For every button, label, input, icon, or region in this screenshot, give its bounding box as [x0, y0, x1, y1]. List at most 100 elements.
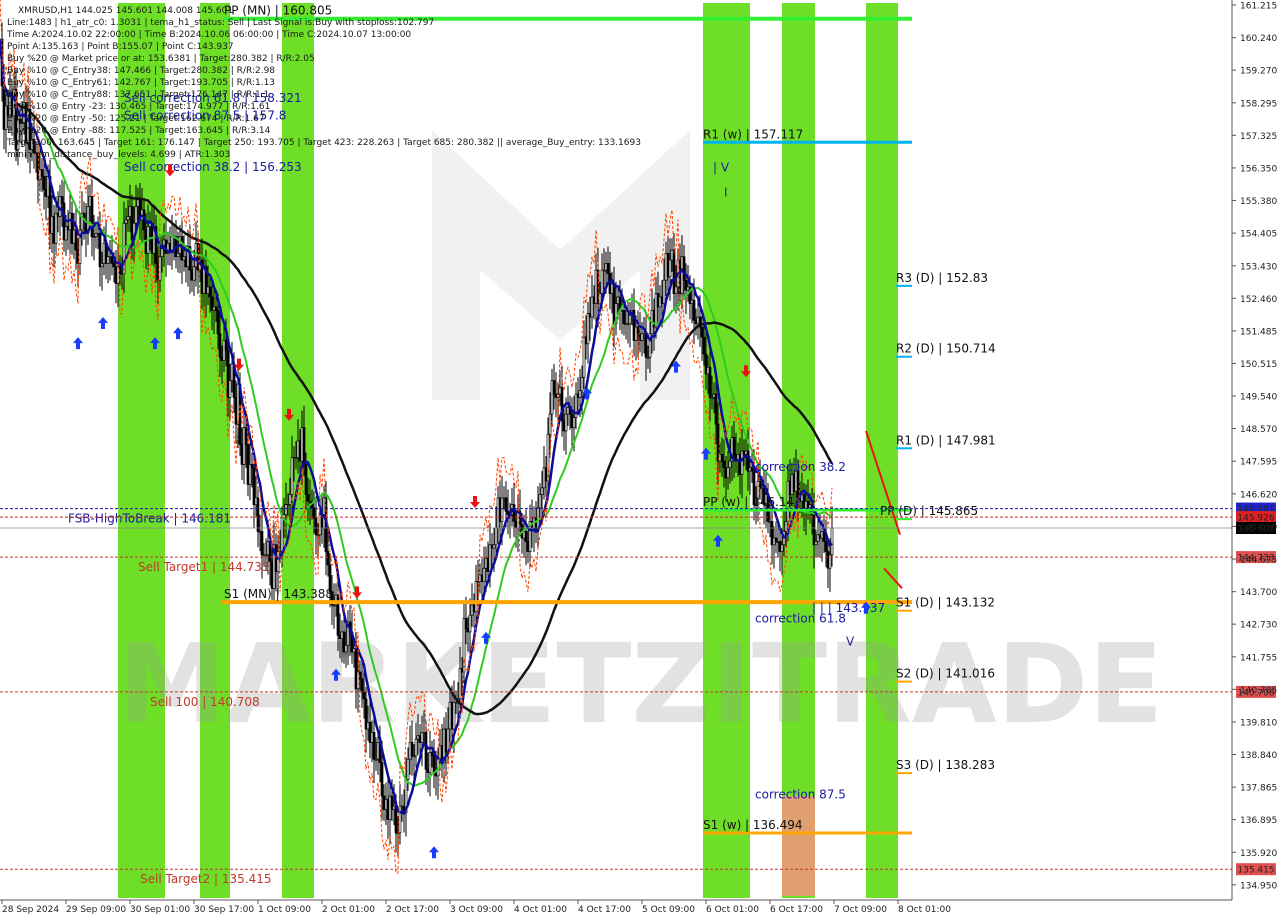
- candle-body: [380, 762, 384, 797]
- candle-body: [692, 299, 696, 321]
- candle-body: [474, 581, 478, 613]
- annotation-label: | V: [713, 160, 730, 174]
- info-line: Buy %10 @ C_Entry88: 137.651 | Target:17…: [7, 90, 269, 100]
- y-tick-label: 150.515: [1240, 360, 1277, 370]
- candle-body: [524, 531, 528, 542]
- y-tick-label: 146.620: [1240, 490, 1277, 500]
- dashed-level-label: FSB-HighToBreak | 146.181: [68, 512, 231, 526]
- candle-body: [784, 520, 788, 532]
- candle-body: [492, 544, 496, 549]
- y-tick-label: 157.325: [1240, 132, 1277, 142]
- info-line: Buy %10 @ C_Entry61: 142.767 | Target:19…: [7, 78, 275, 88]
- candle-body: [124, 219, 128, 224]
- candle-body: [830, 527, 834, 556]
- y-tick-label: 138.840: [1240, 751, 1277, 761]
- candle-body: [814, 541, 818, 546]
- x-tick-label: 7 Oct 09:00: [834, 905, 887, 915]
- candle-body: [538, 494, 542, 509]
- candle-body: [720, 454, 724, 462]
- info-line: Buy %20 @ Entry -50: 125.21 | Target:162…: [7, 114, 265, 124]
- x-tick-label: 30 Sep 17:00: [194, 905, 254, 915]
- y-tick-label: 161.215: [1240, 2, 1277, 12]
- pivot-level-label: PP (MN) | 160.805: [224, 4, 332, 18]
- candle-body: [284, 504, 288, 515]
- candle-body: [726, 467, 730, 479]
- y-tick-label: 158.295: [1240, 99, 1277, 109]
- candle-body: [100, 263, 104, 268]
- candle-body: [256, 497, 260, 532]
- candle-body: [362, 691, 366, 700]
- y-tick-label: 148.570: [1240, 425, 1277, 435]
- x-tick-label: 30 Sep 01:00: [130, 905, 190, 915]
- candle-body: [420, 732, 424, 743]
- candle-body: [304, 464, 308, 495]
- y-tick-label: 155.380: [1240, 197, 1277, 207]
- pivot-level-label: PP (D) | 145.865: [880, 504, 978, 518]
- x-tick-label: 5 Oct 09:00: [642, 905, 695, 915]
- candle-body: [674, 286, 678, 294]
- info-line: Buy %10 @ C_Entry38: 147.466 | Target:28…: [7, 66, 275, 76]
- candle-body: [750, 467, 754, 472]
- candle-body: [682, 256, 686, 281]
- candle-body: [60, 196, 64, 204]
- y-tick-label: 142.730: [1240, 621, 1277, 631]
- candle-body: [414, 738, 418, 757]
- annotation-label: Sell correction 38.2 | 156.253: [124, 160, 302, 174]
- chart-svg[interactable]: MARKETZITRADE PP (MN) | 160.805 R1 (w) | …: [0, 0, 1280, 920]
- x-tick-label: 3 Oct 09:00: [450, 905, 503, 915]
- candle-body: [406, 758, 410, 780]
- candle-body: [372, 732, 376, 760]
- candle-body: [430, 752, 434, 757]
- candle-body: [360, 678, 364, 693]
- info-line: Time A:2024.10.02 22:00:00 | Time B:2024…: [6, 30, 411, 40]
- y-tick-label: 143.700: [1240, 588, 1277, 598]
- candle-body: [564, 413, 568, 432]
- candle-body: [302, 427, 306, 465]
- candle-body: [468, 614, 472, 633]
- candle-body: [482, 567, 486, 582]
- y-tick-label: 153.430: [1240, 262, 1277, 272]
- info-line: minimum_distance_buy_levels: 4.699 | ATR…: [7, 150, 230, 160]
- candle-body: [600, 269, 604, 294]
- pivot-level-label: S3 (D) | 138.283: [896, 758, 995, 772]
- candle-body: [288, 494, 292, 505]
- x-tick-label: 4 Oct 01:00: [514, 905, 567, 915]
- x-tick-label: 29 Sep 09:00: [66, 905, 126, 915]
- candle-body: [280, 517, 284, 552]
- candle-body: [290, 457, 294, 495]
- candle-body: [208, 286, 212, 298]
- candle-body: [228, 380, 232, 398]
- candle-body: [54, 212, 58, 244]
- x-tick-label: 2 Oct 01:00: [322, 905, 375, 915]
- candle-body: [126, 216, 130, 221]
- annotation-label: V: [846, 634, 855, 648]
- candle-body: [224, 340, 228, 351]
- y-tick-label: 156.350: [1240, 164, 1277, 174]
- annotation-label: correction 38.2: [755, 460, 846, 474]
- x-tick-label: 1 Oct 09:00: [258, 905, 311, 915]
- y-tick-label: 135.920: [1240, 849, 1277, 859]
- pivot-level-label: PP (w) | 146.14: [703, 495, 794, 509]
- candle-body: [250, 464, 254, 469]
- candle-body: [622, 309, 626, 325]
- y-tick-label: 147.595: [1240, 458, 1277, 468]
- candle-body: [110, 256, 114, 264]
- green-zone-5: [866, 3, 898, 898]
- info-line: Buy %20 @ Market price or at: 153.6381 |…: [7, 54, 315, 64]
- candle-body: [578, 390, 582, 398]
- dashed-level-label: Sell Target1 | 144.733: [138, 560, 270, 574]
- candle-body: [410, 742, 414, 757]
- price-chart[interactable]: MARKETZITRADE PP (MN) | 160.805 R1 (w) | …: [0, 0, 1280, 920]
- pivot-level-label: R3 (D) | 152.83: [896, 271, 988, 285]
- y-tick-label: 154.405: [1240, 230, 1277, 240]
- pivot-level-label: S1 (w) | 136.494: [703, 818, 803, 832]
- candle-body: [708, 366, 712, 398]
- x-tick-label: 6 Oct 17:00: [770, 905, 823, 915]
- candle-body: [452, 701, 456, 730]
- candle-body: [494, 527, 498, 546]
- y-tick-label: 136.895: [1240, 816, 1277, 826]
- candle-body: [668, 259, 672, 278]
- candle-body: [314, 517, 318, 536]
- candle-body: [458, 668, 462, 700]
- annotation-label: correction 87.5: [755, 787, 846, 801]
